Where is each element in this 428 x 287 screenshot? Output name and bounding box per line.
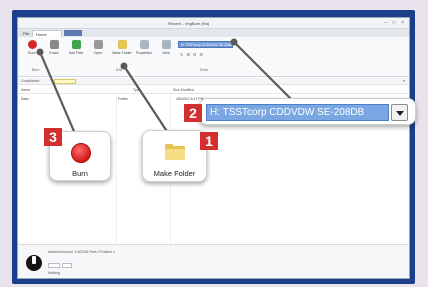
leader-dot: [230, 38, 238, 46]
callout-make-folder: 1 Make Folder: [142, 130, 218, 182]
leader-burn: [38, 51, 78, 137]
callout-drive-select: 2 H: TSSTcorp CDDVDW SE-208DB: [184, 98, 416, 125]
step-badge: 1: [200, 132, 218, 150]
folder-icon[interactable]: [165, 144, 185, 160]
leader-drive: [233, 41, 297, 105]
burn-label: Burn: [72, 169, 88, 178]
leader-dot: [36, 48, 44, 56]
chevron-down-icon[interactable]: [391, 104, 408, 121]
burn-icon[interactable]: [71, 143, 91, 163]
make-folder-label: Make Folder: [153, 169, 196, 178]
step-badge: 3: [44, 128, 62, 146]
leader-dot: [120, 62, 128, 70]
drive-select[interactable]: H: TSSTcorp CDDVDW SE-208DB: [206, 104, 389, 121]
step-badge: 2: [184, 104, 202, 122]
callout-burn: 3 Burn: [44, 128, 111, 181]
leader-folder: [123, 65, 171, 137]
